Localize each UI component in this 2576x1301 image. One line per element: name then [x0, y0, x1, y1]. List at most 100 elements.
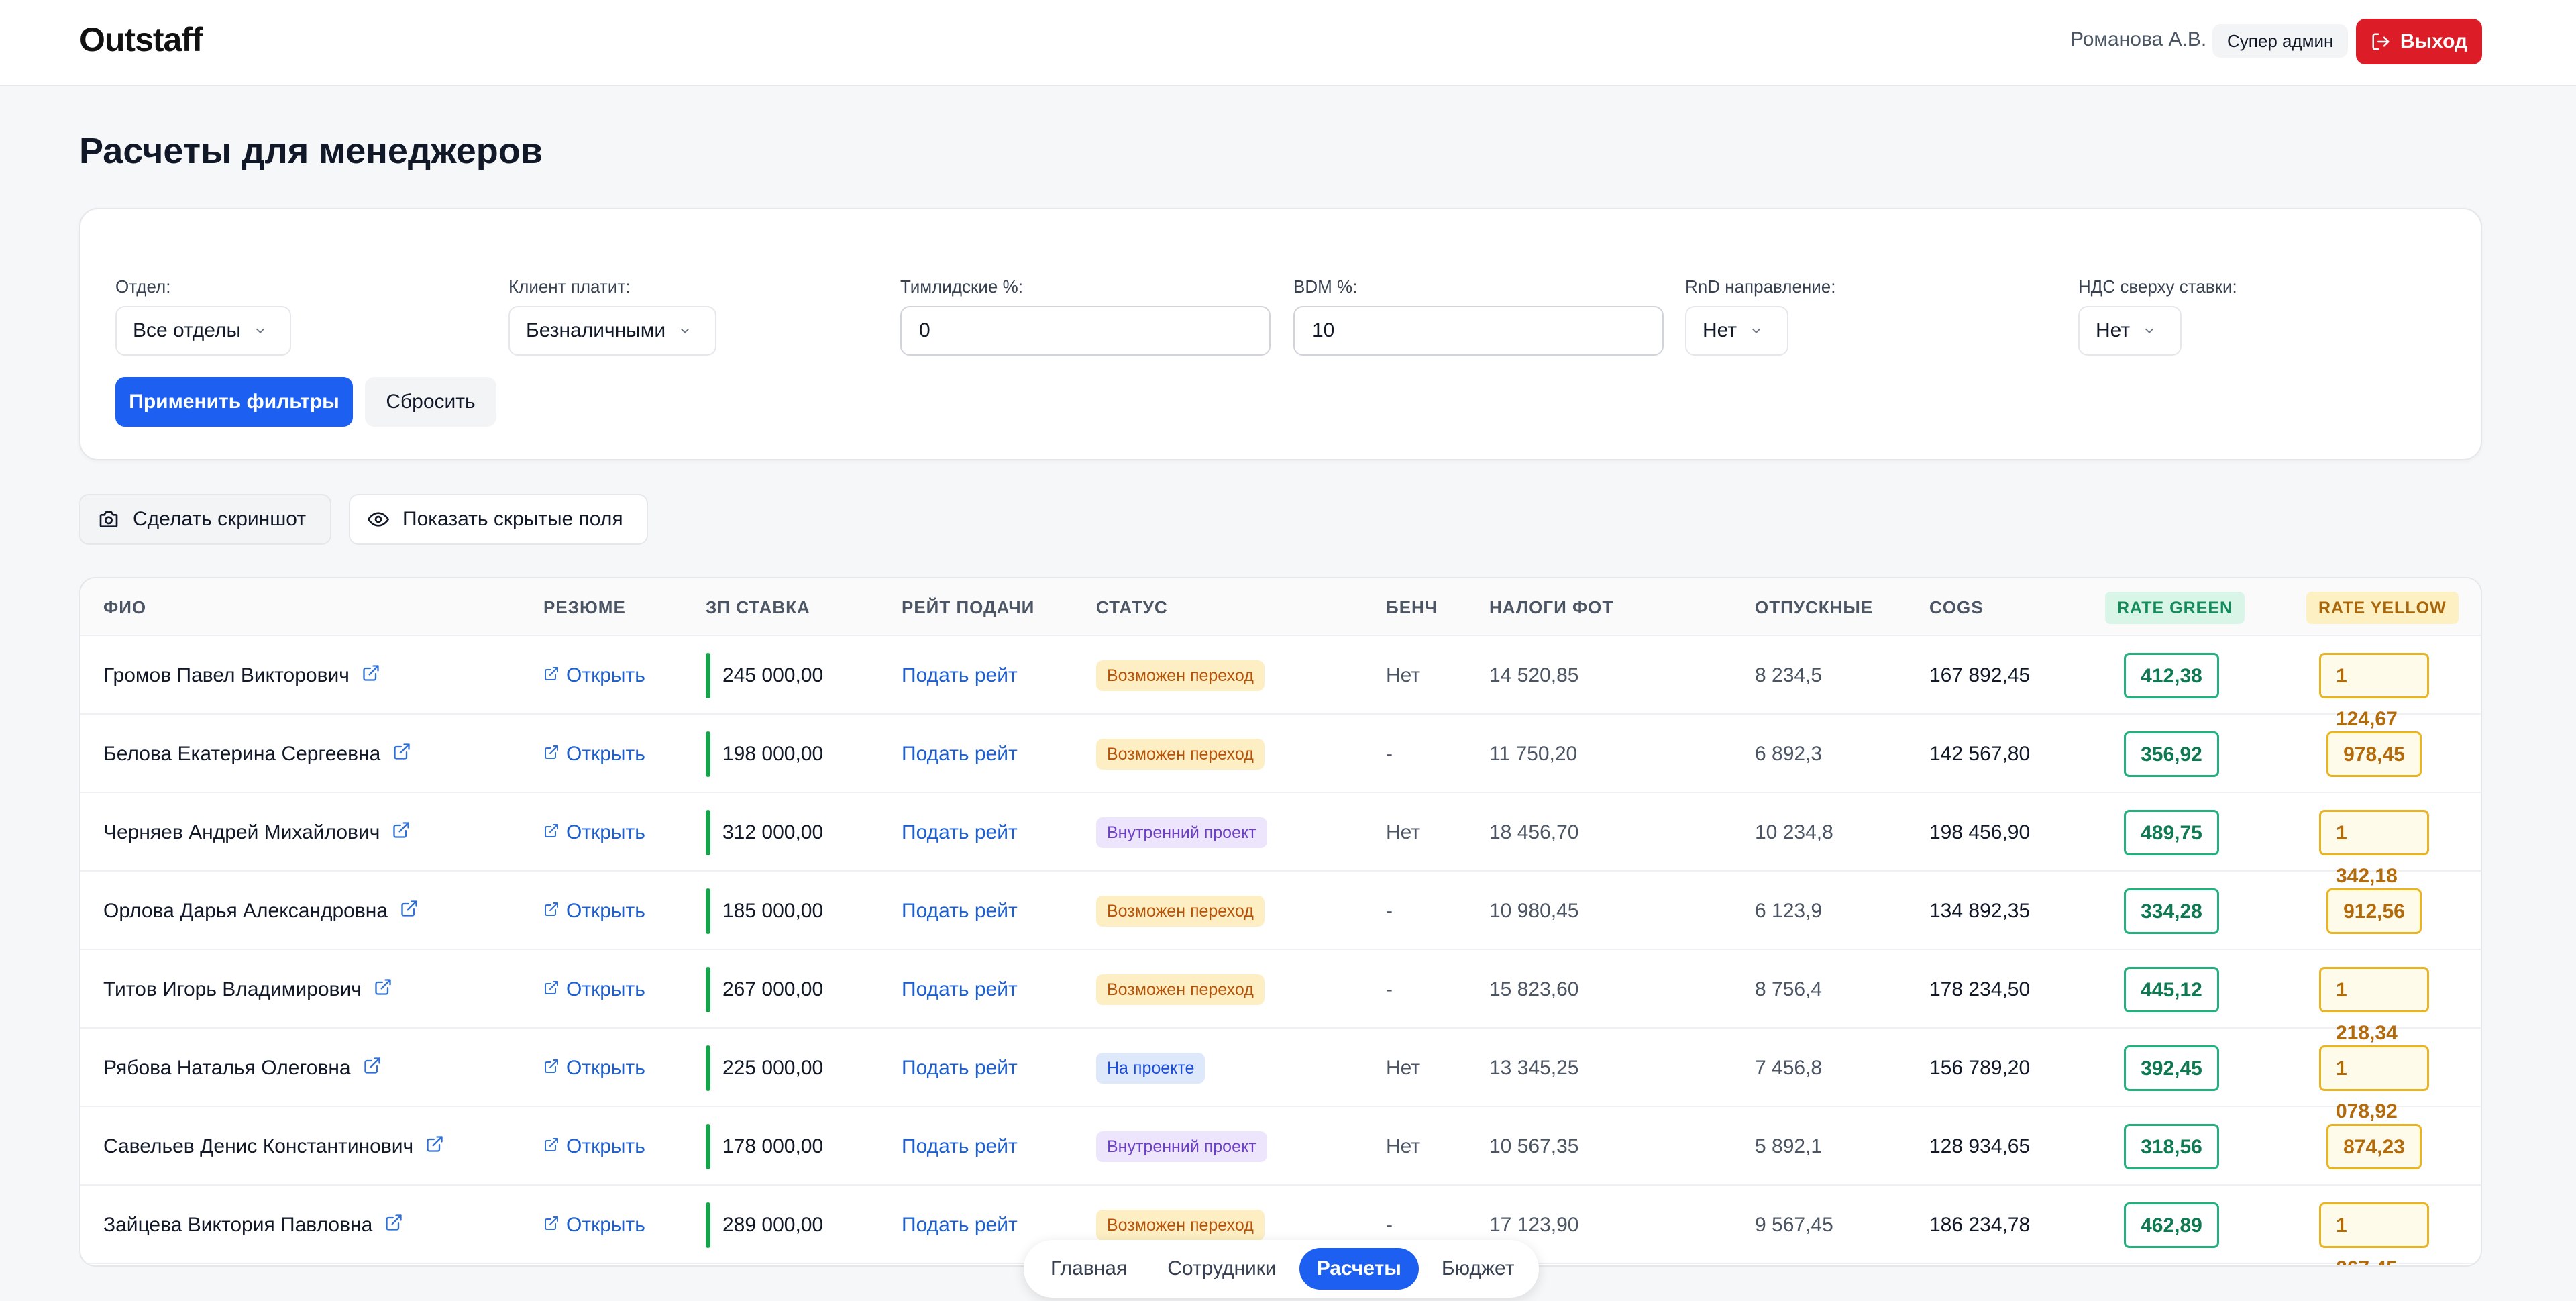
employee-name[interactable]: Савельев Денис Константинович [103, 1107, 444, 1186]
resume-link[interactable]: Открыть [543, 793, 645, 872]
role-badge: Супер админ [2212, 24, 2349, 58]
employee-name[interactable]: Зайцева Виктория Павловна [103, 1186, 403, 1264]
external-link-icon[interactable] [425, 1135, 444, 1159]
employee-name[interactable]: Черняев Андрей Михайлович [103, 793, 411, 872]
department-select[interactable]: Все отделы [115, 306, 291, 356]
employee-name[interactable]: Орлова Дарья Александровна [103, 872, 419, 950]
logout-button[interactable]: Выход [2356, 19, 2482, 64]
rate-yellow-cell: 874,23 [2319, 1107, 2429, 1186]
salary-cell: 225 000,00 [706, 1029, 823, 1107]
salary-value: 185 000,00 [722, 899, 824, 922]
external-link-icon [543, 743, 559, 766]
vat-select[interactable]: Нет [2078, 306, 2182, 356]
external-link-icon[interactable] [362, 664, 380, 688]
col-resume[interactable]: РЕЗЮМЕ [543, 578, 626, 636]
col-taxes[interactable]: НАЛОГИ ФОТ [1489, 578, 1613, 636]
rnd-select[interactable]: Нет [1685, 306, 1788, 356]
resume-link[interactable]: Открыть [543, 1186, 645, 1264]
chevron-down-icon [256, 328, 265, 334]
nav-calculations[interactable]: Расчеты [1299, 1248, 1419, 1290]
show-hidden-fields-button[interactable]: Показать скрытые поля [349, 494, 648, 545]
col-name[interactable]: ФИО [103, 578, 146, 636]
reset-filters-button[interactable]: Сбросить [365, 377, 496, 427]
resume-link[interactable]: Открыть [543, 715, 645, 793]
resume-link-text: Открыть [566, 1056, 645, 1079]
teamlead-pct-input[interactable]: 0 [900, 306, 1271, 356]
taxes-value: 14 520,85 [1489, 664, 1579, 686]
nav-employees[interactable]: Сотрудники [1150, 1248, 1294, 1290]
external-link-icon[interactable] [400, 899, 419, 923]
employee-name[interactable]: Титов Игорь Владимирович [103, 950, 392, 1029]
submit-rate-link[interactable]: Подать рейт [902, 1029, 1018, 1107]
status-cell: Возможен переход [1096, 872, 1265, 950]
col-rate-green[interactable]: RATE GREEN [2105, 592, 2245, 624]
col-bench[interactable]: БЕНЧ [1386, 578, 1438, 636]
resume-link-text: Открыть [566, 1213, 645, 1236]
taxes-value: 11 750,20 [1489, 742, 1578, 765]
external-link-icon[interactable] [363, 1056, 382, 1080]
rate-green-cell: 412,38 [2120, 636, 2223, 715]
employee-name[interactable]: Громов Павел Викторович [103, 636, 380, 715]
external-link-icon [543, 1214, 559, 1237]
status-badge: Возможен переход [1096, 974, 1265, 1005]
nav-budget[interactable]: Бюджет [1424, 1248, 1532, 1290]
resume-link[interactable]: Открыть [543, 1029, 645, 1107]
employee-name-text: Громов Павел Викторович [103, 664, 350, 686]
submit-rate-link[interactable]: Подать рейт [902, 872, 1018, 950]
external-link-icon [543, 900, 559, 923]
resume-link[interactable]: Открыть [543, 1107, 645, 1186]
logout-label: Выход [2400, 30, 2468, 52]
col-rate-yellow[interactable]: RATE YELLOW [2306, 592, 2459, 624]
external-link-icon[interactable] [384, 1213, 403, 1237]
status-badge: Возможен переход [1096, 895, 1265, 927]
employee-name-text: Титов Игорь Владимирович [103, 978, 362, 1000]
bdm-pct-input[interactable]: 10 [1293, 306, 1664, 356]
client-pays-select[interactable]: Безналичными [508, 306, 716, 356]
page-title: Расчеты для менеджеров [79, 131, 543, 171]
resume-link[interactable]: Открыть [543, 950, 645, 1029]
vacation-value: 9 567,45 [1755, 1213, 1833, 1236]
resume-link[interactable]: Открыть [543, 636, 645, 715]
vacation-value: 8 234,5 [1755, 664, 1823, 686]
external-link-icon[interactable] [374, 978, 392, 1002]
app-logo[interactable]: Outstaff [79, 20, 203, 59]
submit-rate-link[interactable]: Подать рейт [902, 715, 1018, 793]
submit-rate-link[interactable]: Подать рейт [902, 1107, 1018, 1186]
rate-green-value: 334,28 [2124, 888, 2219, 934]
external-link-icon[interactable] [392, 821, 411, 845]
bench-value: Нет [1386, 1056, 1421, 1079]
resume-link[interactable]: Открыть [543, 872, 645, 950]
cogs-value: 156 789,20 [1929, 1056, 2031, 1079]
vacation-value: 7 456,8 [1755, 1056, 1823, 1079]
employee-name-text: Орлова Дарья Александровна [103, 899, 388, 922]
submit-rate-link[interactable]: Подать рейт [902, 636, 1018, 715]
rate-green-value: 356,92 [2124, 731, 2219, 777]
col-salary[interactable]: ЗП СТАВКА [706, 578, 810, 636]
submit-rate-link[interactable]: Подать рейт [902, 1186, 1018, 1264]
department-value: Все отделы [133, 319, 241, 342]
external-link-icon[interactable] [392, 742, 411, 766]
col-status[interactable]: СТАТУС [1096, 578, 1168, 636]
submit-rate-link[interactable]: Подать рейт [902, 793, 1018, 872]
submit-rate-link[interactable]: Подать рейт [902, 950, 1018, 1029]
employee-name[interactable]: Рябова Наталья Олеговна [103, 1029, 382, 1107]
vacation-value: 5 892,1 [1755, 1135, 1823, 1157]
cogs-value: 167 892,45 [1929, 664, 2031, 686]
nav-home[interactable]: Главная [1033, 1248, 1144, 1290]
rate-yellow-cell: 1 342,18 [2319, 793, 2429, 887]
employee-name-text: Савельев Денис Константинович [103, 1135, 414, 1157]
employee-name-text: Черняев Андрей Михайлович [103, 821, 380, 843]
apply-filters-button[interactable]: Применить фильтры [115, 377, 353, 427]
col-cogs[interactable]: COGS [1929, 578, 1984, 636]
salary-value: 267 000,00 [722, 978, 824, 1000]
salary-indicator [706, 1202, 710, 1248]
department-label: Отдел: [115, 276, 171, 297]
employee-name[interactable]: Белова Екатерина Сергеевна [103, 715, 411, 793]
user-name: Романова А.В. [2070, 28, 2207, 50]
col-rate-submit[interactable]: РЕЙТ ПОДАЧИ [902, 578, 1034, 636]
salary-indicator [706, 1045, 710, 1091]
col-vacation[interactable]: ОТПУСКНЫЕ [1755, 578, 1873, 636]
external-link-icon [543, 1057, 559, 1080]
client-pays-label: Клиент платит: [508, 276, 631, 297]
screenshot-button[interactable]: Сделать скриншот [79, 494, 331, 545]
